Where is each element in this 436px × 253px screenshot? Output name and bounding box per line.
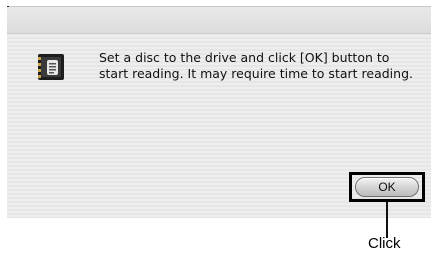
callout-line (386, 202, 388, 238)
dialog-message: Set a disc to the drive and click [OK] b… (99, 50, 413, 81)
dialog-title-bar (7, 7, 431, 34)
ok-button[interactable]: OK (355, 177, 419, 197)
click-callout-label: Click (368, 235, 401, 252)
disc-reader-app-icon (38, 54, 64, 80)
